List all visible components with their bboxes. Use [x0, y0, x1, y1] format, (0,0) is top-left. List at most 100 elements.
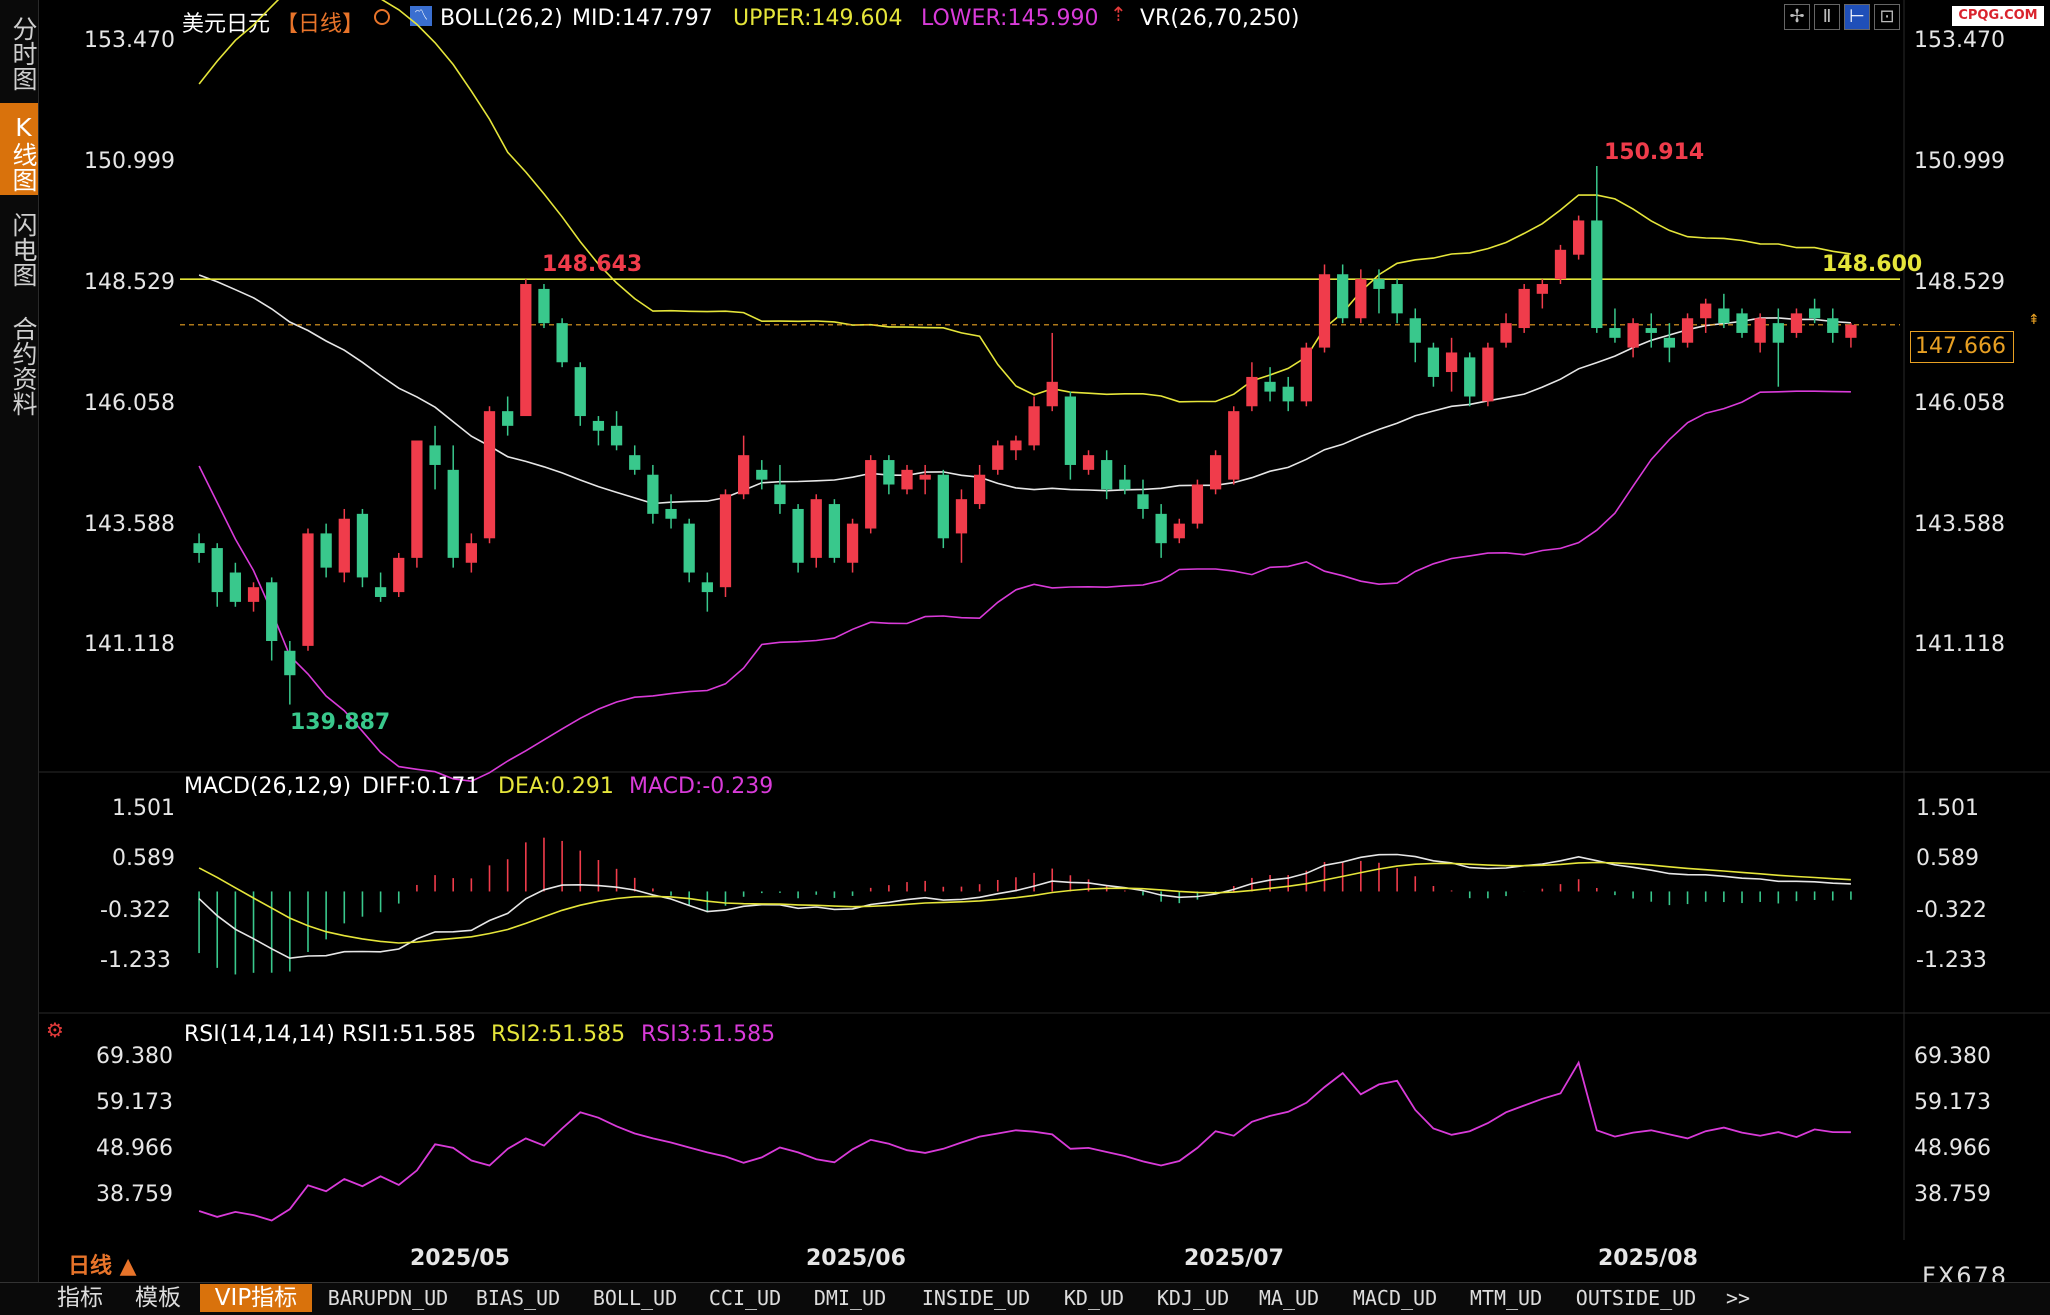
boll-lower-line: [198, 390, 1851, 783]
candle-body: [1409, 318, 1421, 343]
candle-body: [756, 469, 768, 480]
tab-outside[interactable]: OUTSIDE_UD: [1562, 1284, 1710, 1312]
tab-bias[interactable]: BIAS_UD: [466, 1284, 570, 1312]
candle-body: [284, 650, 296, 676]
tab-kdj[interactable]: KDJ_UD: [1146, 1284, 1240, 1312]
rsi1-value: RSI1:51.585: [342, 1022, 477, 1047]
macd-value: MACD:-0.239: [629, 774, 774, 799]
candle-body: [502, 411, 514, 426]
candle-body: [810, 499, 822, 558]
candle-body: [1845, 324, 1857, 338]
candle-body: [574, 367, 586, 417]
candle-body: [1373, 279, 1385, 289]
candle-body: [1337, 274, 1349, 319]
tab-ma[interactable]: MA_UD: [1248, 1284, 1330, 1312]
candle-body: [1010, 440, 1022, 451]
candle-body: [1191, 484, 1204, 524]
macd-title[interactable]: MACD(26,12,9): [184, 774, 351, 799]
candle-body: [1772, 323, 1784, 343]
y-tick-right: 146.058: [1914, 391, 2005, 416]
more-tabs-button[interactable]: >>: [1718, 1284, 1758, 1312]
candle-body: [1790, 313, 1803, 333]
candle-body: [683, 523, 695, 573]
candle-body: [719, 494, 732, 588]
candle-body: [1808, 308, 1821, 319]
candle-body: [1445, 352, 1458, 373]
candle-body: [1101, 460, 1113, 490]
candle-body: [1427, 347, 1440, 377]
tab-dmi[interactable]: DMI_UD: [800, 1284, 900, 1312]
candle-body: [320, 533, 332, 568]
macd-y-tick-left: -0.322: [100, 898, 171, 923]
rsi-title[interactable]: RSI(14,14,14): [184, 1022, 335, 1047]
candle-body: [1173, 523, 1185, 539]
tab-barupdn[interactable]: BARUPDN_UD: [318, 1284, 458, 1312]
candle-body: [610, 425, 623, 446]
hline-price-label[interactable]: 148.600: [1822, 252, 1922, 277]
candle-body: [556, 323, 568, 363]
candle-body: [1082, 455, 1095, 470]
candle-body: [1155, 513, 1167, 544]
macd-dea: DEA:0.291: [498, 774, 614, 799]
rsi2-value: RSI2:51.585: [491, 1022, 626, 1047]
macd-diff: DIFF:0.171: [362, 774, 480, 799]
candle-body: [792, 508, 804, 563]
rsi3-value: RSI3:51.585: [641, 1022, 776, 1047]
tab-cci[interactable]: CCI_UD: [698, 1284, 792, 1312]
macd-y-tick-right: 1.501: [1916, 796, 1979, 821]
tab-templates[interactable]: 模板: [124, 1284, 192, 1312]
candle-body: [1554, 249, 1567, 280]
rsi-y-tick-right: 38.759: [1914, 1182, 1991, 1207]
last-price-tag: 147.666: [1910, 331, 2014, 363]
tab-vip-indicators[interactable]: VIP指标: [200, 1284, 312, 1312]
x-tick-label: 2025/08: [1598, 1246, 1698, 1271]
macd-y-tick-right: -1.233: [1916, 948, 1987, 973]
candle-body: [538, 288, 550, 324]
candle-body: [1391, 284, 1403, 314]
tab-macd[interactable]: MACD_UD: [1340, 1284, 1450, 1312]
candle-body: [1119, 479, 1131, 490]
tab-boll[interactable]: BOLL_UD: [580, 1284, 690, 1312]
tab-mtm[interactable]: MTM_UD: [1458, 1284, 1554, 1312]
candle-body: [1046, 381, 1058, 407]
macd-y-tick-left: 0.589: [112, 846, 175, 871]
candle-body: [229, 572, 242, 602]
candle-body: [1228, 411, 1240, 480]
candle-body: [738, 455, 750, 495]
candle-body: [919, 474, 931, 480]
candle-body: [1137, 494, 1149, 509]
rsi-y-tick-right: 59.173: [1914, 1090, 1991, 1115]
y-tick-left: 150.999: [84, 149, 175, 174]
candle-body: [1500, 323, 1512, 343]
period-selector[interactable]: 日线 ▲: [68, 1248, 137, 1280]
candle-body: [1209, 455, 1222, 490]
y-tick-right: 153.470: [1914, 28, 2005, 53]
candle-body: [193, 543, 205, 553]
candle-body: [211, 548, 223, 593]
candle-body: [665, 508, 677, 519]
candle-body: [1518, 288, 1530, 329]
tab-indicators[interactable]: 指标: [46, 1284, 114, 1312]
candle-body: [955, 499, 968, 534]
rsi-y-tick-right: 69.380: [1914, 1044, 1991, 1069]
candle-body: [1482, 347, 1494, 402]
candle-body: [1718, 308, 1730, 324]
macd-y-tick-left: -1.233: [100, 948, 171, 973]
candle-body: [1573, 220, 1585, 255]
candle-body: [1700, 303, 1712, 319]
candle-body: [1300, 347, 1312, 402]
candle-body: [338, 518, 350, 573]
candle-body: [1681, 318, 1694, 343]
settings-gear-icon[interactable]: ⚙: [46, 1018, 64, 1042]
boll-mid-line: [198, 274, 1851, 505]
kline-chart-canvas[interactable]: [0, 0, 2050, 1282]
tab-inside[interactable]: INSIDE_UD: [908, 1284, 1044, 1312]
tab-kd[interactable]: KD_UD: [1052, 1284, 1136, 1312]
candle-body: [846, 523, 859, 563]
candle-body: [1645, 328, 1657, 333]
macd-dea-line: [198, 861, 1851, 944]
y-tick-right: 150.999: [1914, 149, 2005, 174]
candle-body: [901, 469, 913, 490]
x-tick-label: 2025/05: [410, 1246, 510, 1271]
candle-body: [429, 445, 441, 465]
